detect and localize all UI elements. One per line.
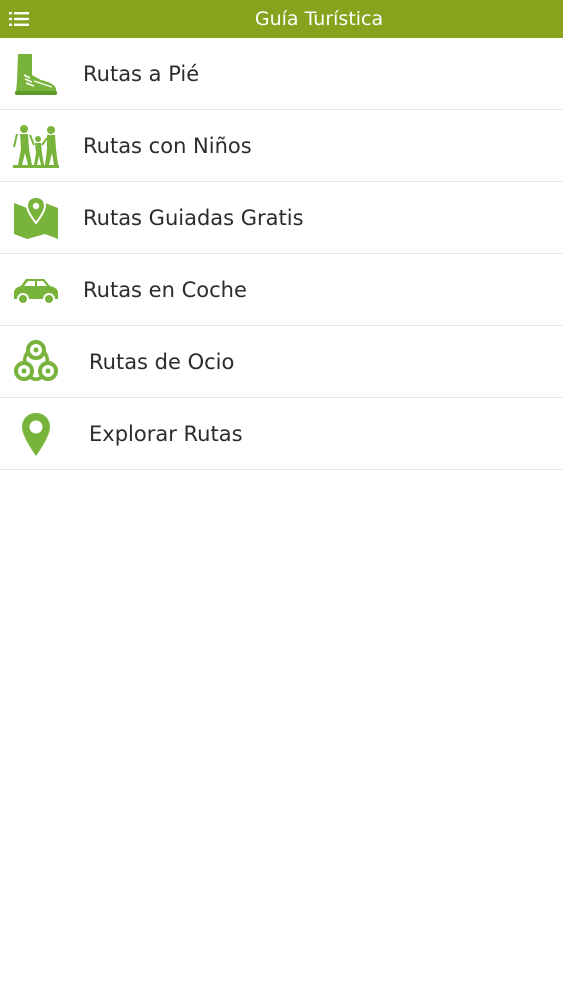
location-pin-icon: [22, 413, 50, 456]
route-item-rutas-a-pie[interactable]: Rutas a Pié: [0, 38, 563, 110]
car-icon: [14, 279, 58, 305]
map-pin-icon: [14, 195, 58, 239]
route-item-explorar-rutas[interactable]: Explorar Rutas: [0, 398, 563, 470]
route-item-rutas-guiadas-gratis[interactable]: Rutas Guiadas Gratis: [0, 182, 563, 254]
hiking-boot-icon: [15, 54, 57, 95]
route-label: Rutas con Niños: [83, 134, 252, 158]
route-label: Rutas de Ocio: [89, 350, 235, 374]
route-item-rutas-con-ninos[interactable]: Rutas con Niños: [0, 110, 563, 182]
route-label: Rutas Guiadas Gratis: [83, 206, 304, 230]
route-list: Rutas a Pié Rutas con Niños Rutas Guiada…: [0, 38, 563, 470]
family-hikers-icon: [13, 125, 59, 168]
route-label: Rutas a Pié: [83, 62, 200, 86]
app-header: Guía Turística: [0, 0, 563, 38]
app-title: Guía Turística: [254, 8, 384, 30]
route-label: Rutas en Coche: [83, 278, 247, 302]
route-item-rutas-en-coche[interactable]: Rutas en Coche: [0, 254, 563, 326]
route-label: Explorar Rutas: [89, 422, 243, 446]
route-item-rutas-de-ocio[interactable]: Rutas de Ocio: [0, 326, 563, 398]
triskele-icon: [14, 340, 58, 381]
